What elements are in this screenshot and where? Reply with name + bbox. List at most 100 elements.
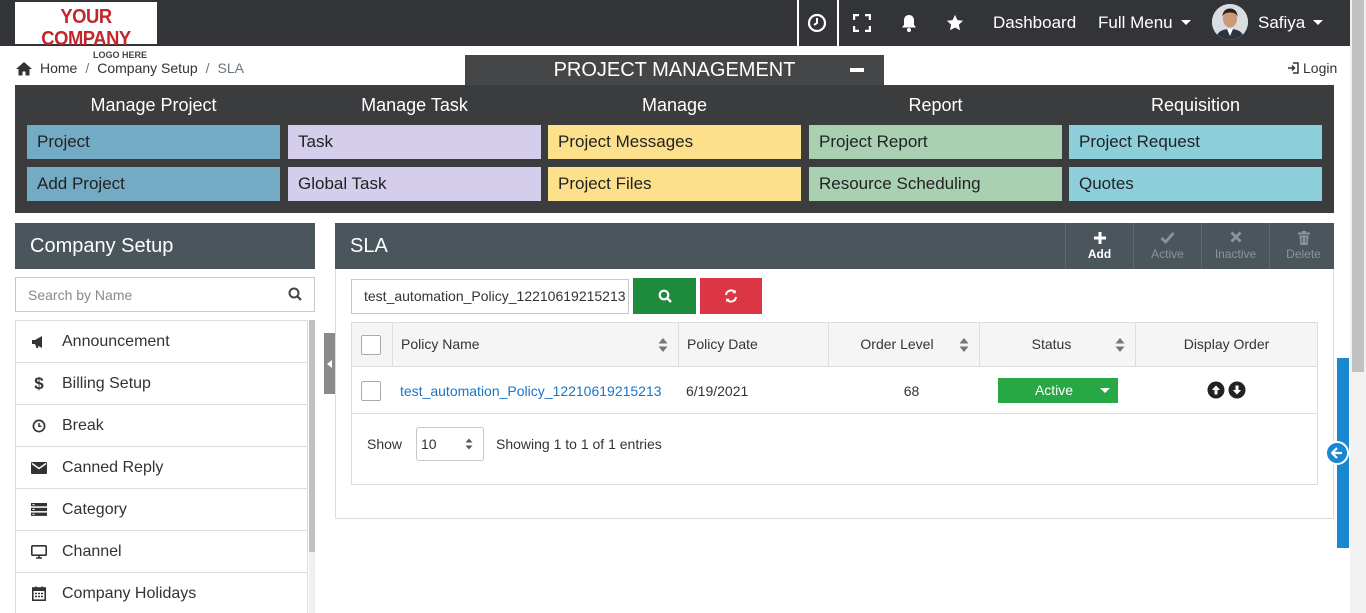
select-all-cell [352, 323, 393, 367]
fullscreen-icon[interactable] [850, 11, 874, 35]
table-footer: Show 10 Showing 1 to 1 of 1 entries [352, 415, 1317, 485]
pm-item-quotes[interactable]: Quotes [1069, 167, 1322, 201]
select-arrows-icon [465, 438, 473, 450]
sidebar-item-label: Announcement [62, 332, 170, 350]
monitor-icon [16, 544, 62, 559]
scrollbar-thumb[interactable] [309, 320, 315, 552]
pm-item-project[interactable]: Project [27, 125, 280, 159]
pm-column-manage: Manage Project Messages Project Files [548, 85, 801, 209]
sidebar-search-input[interactable] [16, 278, 266, 311]
column-header-label: Display Order [1183, 336, 1270, 352]
avatar[interactable] [1212, 4, 1248, 40]
sidebar-scrollbar[interactable] [309, 320, 315, 613]
move-down-icon[interactable] [1228, 381, 1246, 404]
project-management-tab[interactable]: PROJECT MANAGEMENT [465, 55, 884, 85]
pm-item-task[interactable]: Task [288, 125, 541, 159]
pm-column-manage-project: Manage Project Project Add Project [27, 85, 280, 209]
logo-line1: YOUR COMPANY [41, 6, 131, 50]
column-order-level[interactable]: Order Level [829, 323, 980, 367]
bell-icon[interactable] [897, 11, 921, 35]
pm-item-project-messages[interactable]: Project Messages [548, 125, 801, 159]
sidebar-item-break[interactable]: Break [16, 405, 307, 447]
column-header-label: Order Level [860, 336, 934, 352]
dashboard-link[interactable]: Dashboard [993, 13, 1076, 33]
move-up-icon[interactable] [1207, 381, 1225, 404]
company-logo[interactable]: YOUR COMPANY LOGO HERE [15, 2, 157, 60]
add-button[interactable]: Add [1065, 223, 1133, 269]
pm-column-report: Report Project Report Resource Schedulin… [809, 85, 1062, 209]
active-label: Active [1151, 247, 1184, 261]
clock-icon [16, 419, 62, 433]
sidebar-item-canned-reply[interactable]: Canned Reply [16, 447, 307, 489]
pm-item-global-task[interactable]: Global Task [288, 167, 541, 201]
breadcrumb-current: SLA [217, 60, 245, 76]
sidebar-item-label: Break [62, 416, 104, 434]
policy-filter-input[interactable]: test_automation_Policy_12210619215213 [351, 279, 629, 314]
pm-item-add-project[interactable]: Add Project [27, 167, 280, 201]
pm-column-heading: Manage Task [361, 95, 468, 115]
sidebar-item-label: Category [62, 500, 127, 518]
sla-panel-header: SLA Add Active Inactive Delete [335, 223, 1334, 269]
row-checkbox[interactable] [361, 381, 381, 401]
table-header-row: Policy Name Policy Date Order Level Stat… [352, 323, 1317, 367]
login-link[interactable]: Login [1287, 60, 1337, 76]
sidebar-item-label: Canned Reply [62, 458, 164, 476]
sidebar-item-announcement[interactable]: Announcement [16, 321, 307, 363]
inactive-button[interactable]: Inactive [1201, 223, 1269, 269]
sidebar-title: Company Setup [15, 223, 315, 269]
policy-name-link[interactable]: test_automation_Policy_12210619215213 [400, 383, 662, 399]
breadcrumb-home[interactable]: Home [40, 60, 77, 76]
pm-item-project-files[interactable]: Project Files [548, 167, 801, 201]
reset-button[interactable] [700, 278, 762, 314]
pm-item-project-request[interactable]: Project Request [1069, 125, 1322, 159]
select-all-checkbox[interactable] [361, 335, 381, 355]
sidebar-item-company-holidays[interactable]: Company Holidays [16, 573, 307, 613]
navbar-divider [837, 0, 839, 46]
breadcrumb: Home / Company Setup / SLA [15, 60, 244, 76]
column-policy-name[interactable]: Policy Name [393, 323, 679, 367]
chevron-down-icon [1100, 388, 1110, 393]
column-status[interactable]: Status [980, 323, 1136, 367]
delete-label: Delete [1286, 247, 1321, 261]
clock-icon[interactable] [805, 11, 829, 35]
policy-name-cell: test_automation_Policy_12210619215213 [400, 368, 662, 414]
column-header-label: Policy Name [401, 336, 480, 352]
arrow-left-icon [1331, 447, 1342, 459]
column-policy-date[interactable]: Policy Date [679, 323, 829, 367]
page-size-select[interactable]: 10 [416, 427, 484, 461]
search-icon[interactable] [288, 287, 302, 306]
sla-table: Policy Name Policy Date Order Level Stat… [351, 322, 1318, 485]
search-button[interactable] [633, 278, 696, 314]
home-icon [16, 61, 32, 75]
star-icon[interactable] [943, 11, 967, 35]
logo-line2: LOGO HERE [92, 50, 147, 60]
add-label: Add [1087, 247, 1112, 261]
page-scrollbar[interactable] [1350, 0, 1366, 613]
pm-item-project-report[interactable]: Project Report [809, 125, 1062, 159]
collapse-icon[interactable] [850, 68, 864, 72]
sidebar-item-channel[interactable]: Channel [16, 531, 307, 573]
entries-info: Showing 1 to 1 of 1 entries [496, 436, 662, 452]
user-menu-dropdown[interactable]: Safiya [1258, 13, 1324, 33]
show-label: Show [367, 436, 403, 452]
pm-item-resource-scheduling[interactable]: Resource Scheduling [809, 167, 1062, 201]
project-management-title: PROJECT MANAGEMENT [553, 59, 796, 81]
login-label: Login [1303, 60, 1338, 76]
scrollbar-thumb[interactable] [1352, 0, 1364, 372]
full-menu-dropdown[interactable]: Full Menu [1098, 13, 1191, 33]
sidebar-item-category[interactable]: Category [16, 489, 307, 531]
active-button[interactable]: Active [1133, 223, 1201, 269]
column-display-order: Display Order [1136, 323, 1317, 367]
sidebar-item-billing-setup[interactable]: $ Billing Setup [16, 363, 307, 405]
delete-button[interactable]: Delete [1269, 223, 1337, 269]
refresh-icon [725, 289, 737, 303]
sidebar-item-label: Billing Setup [62, 374, 151, 392]
sidebar-item-label: Company Holidays [62, 584, 197, 602]
side-panel-toggle[interactable] [1325, 441, 1349, 465]
inactive-label: Inactive [1214, 247, 1257, 261]
status-dropdown[interactable]: Active [998, 378, 1118, 403]
pm-column-heading: Manage Project [90, 95, 217, 115]
status-label: Active [1034, 382, 1074, 398]
breadcrumb-company-setup[interactable]: Company Setup [97, 60, 197, 76]
column-header-label: Policy Date [687, 336, 758, 352]
